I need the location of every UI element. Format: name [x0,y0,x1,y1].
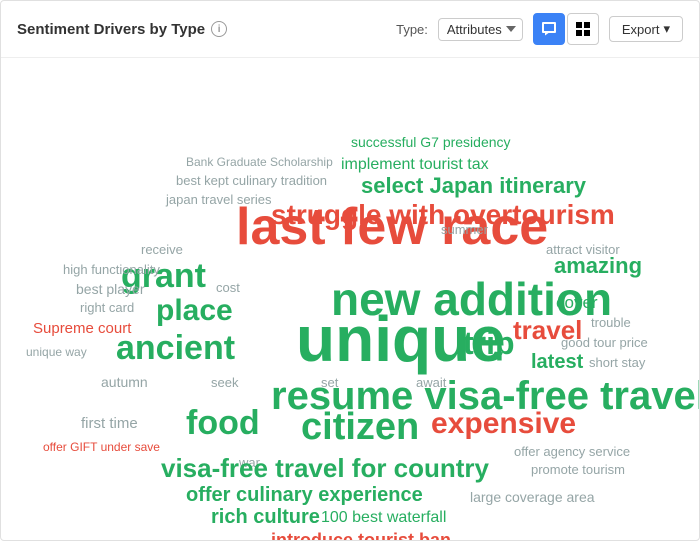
word-item[interactable]: food [186,406,260,440]
word-item[interactable]: trip [463,327,515,359]
word-item[interactable]: offer culinary experience [186,485,423,505]
word-item[interactable]: successful G7 presidency [351,135,511,149]
word-item[interactable]: autumn [101,375,148,389]
word-item[interactable]: cost [216,281,240,294]
type-label: Type: [396,22,428,37]
word-item[interactable]: rich culture [211,507,320,527]
word-item[interactable]: attract visitor [546,243,620,256]
word-item[interactable]: high functionality [63,263,160,276]
word-item[interactable]: unique way [26,346,87,358]
word-item[interactable]: good tour price [561,336,648,349]
word-item[interactable]: select Japan itinerary [361,175,586,197]
widget-title-group: Sentiment Drivers by Type i [17,21,227,38]
word-item[interactable]: short stay [589,356,645,369]
word-item[interactable]: Bank Graduate Scholarship [186,156,333,168]
word-item[interactable]: right card [80,301,134,314]
word-item[interactable]: Supreme court [33,321,131,336]
word-item[interactable]: implement tourist tax [341,157,489,173]
header-controls: Type: Attributes Topics Themes [396,13,683,45]
word-item[interactable]: seek [211,376,238,389]
word-item[interactable]: introduce tourist ban [271,531,451,540]
word-item[interactable]: first time [81,416,138,431]
grid-view-button[interactable] [567,13,599,45]
word-item[interactable]: ancient [116,331,235,365]
word-item[interactable]: trouble [591,316,631,329]
word-item[interactable]: visa-free travel for country [161,455,489,481]
word-item[interactable]: await [416,376,446,389]
widget-header: Sentiment Drivers by Type i Type: Attrib… [1,1,699,58]
word-item[interactable]: set [321,376,338,389]
word-item[interactable]: amazing [554,255,642,277]
word-item[interactable]: latest [531,352,583,372]
word-item[interactable]: japan travel series [166,193,272,206]
word-item[interactable]: receive [141,243,183,256]
word-item[interactable]: offer GIFT under save [43,441,160,453]
word-item[interactable]: promote tourism [531,463,625,476]
sentiment-drivers-widget: Sentiment Drivers by Type i Type: Attrib… [0,0,700,541]
widget-title: Sentiment Drivers by Type [17,21,205,38]
view-toggle [533,13,599,45]
word-item[interactable]: 100 best waterfall [321,510,446,526]
type-select[interactable]: Attributes Topics Themes [438,18,523,41]
word-item[interactable]: place [156,296,233,326]
info-icon[interactable]: i [211,21,227,37]
word-item[interactable]: best player [76,282,144,296]
word-item[interactable]: summer [441,223,488,236]
word-item[interactable]: cover [556,294,598,311]
chat-view-button[interactable] [533,13,565,45]
word-cloud-area: last few racenew additionuniqueresume vi… [1,58,699,540]
word-item[interactable]: citizen [301,408,419,446]
word-item[interactable]: expensive [431,409,576,439]
export-button[interactable]: Export ▾ [609,16,683,42]
word-item[interactable]: offer agency service [514,445,630,458]
word-item[interactable]: best kept culinary tradition [176,174,327,187]
word-item[interactable]: large coverage area [470,490,595,504]
